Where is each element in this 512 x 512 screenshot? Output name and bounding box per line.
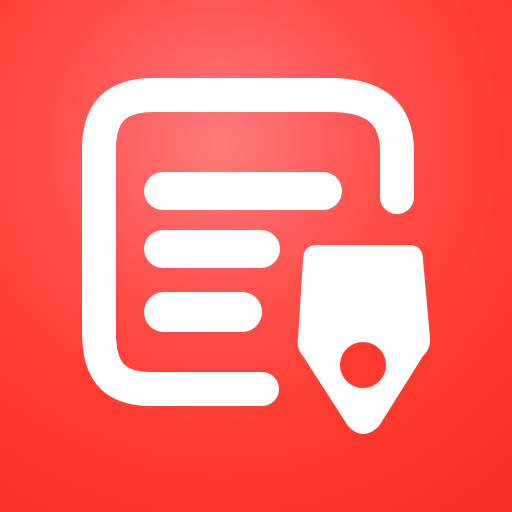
text-line-1 [144, 172, 342, 210]
pen-nib-dot [340, 342, 386, 388]
app-icon-graphic [0, 0, 512, 512]
app-icon[interactable] [0, 0, 512, 512]
text-line-3 [144, 292, 262, 332]
text-line-2 [144, 230, 280, 268]
